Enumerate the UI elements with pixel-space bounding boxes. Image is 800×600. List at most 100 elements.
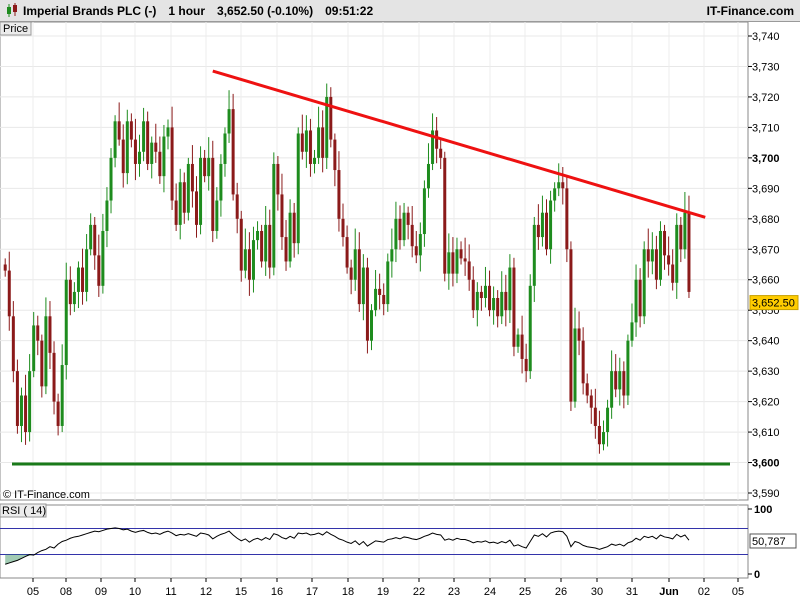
price-axis: 3,740 3,730 3,720 3,710 3,700 3,690 3,680 3,670…: [748, 31, 799, 500]
rsi-last-value-label: 50,787: [752, 536, 786, 548]
candle-down: [545, 212, 549, 250]
chart-canvas[interactable]: 3,740 3,730 3,720 3,710 3,700 3,690 3,680 3,670…: [0, 22, 800, 600]
candle-down: [231, 109, 235, 195]
candle-up: [243, 249, 247, 271]
candle-down: [443, 157, 447, 274]
candle-down: [36, 325, 40, 341]
brand-name: IT-Finance.com: [706, 4, 794, 18]
candle-up: [528, 285, 532, 372]
candle-up: [251, 240, 255, 280]
time-tick-label: 26: [555, 586, 567, 598]
candle-down: [170, 127, 174, 201]
candle-up: [540, 212, 544, 238]
candle-down: [260, 230, 264, 262]
time-tick-label: 24: [484, 586, 496, 598]
time-tick-label: 09: [95, 586, 107, 598]
rsi-tick-label: 100: [754, 504, 772, 516]
candle-down: [646, 249, 650, 262]
candle-down: [471, 279, 475, 311]
candle-down: [7, 270, 11, 317]
candle-down: [15, 371, 19, 426]
candle-down: [308, 130, 312, 164]
time-tick-label: 23: [448, 586, 460, 598]
candle-down: [93, 224, 97, 256]
candle-down: [81, 267, 85, 292]
candle-up: [89, 224, 93, 250]
candle-up: [361, 267, 365, 305]
candle-down: [174, 200, 178, 225]
candle-up: [418, 234, 422, 256]
candle-up: [304, 130, 308, 152]
candle-up: [386, 261, 390, 305]
time-tick-label: 16: [271, 586, 283, 598]
candle-up: [125, 121, 129, 174]
candle-down: [638, 279, 642, 317]
candle-up: [215, 200, 219, 231]
time-tick-label: 22: [413, 586, 425, 598]
candle-down: [97, 255, 101, 286]
candle-up: [150, 142, 154, 164]
candle-up: [374, 288, 378, 311]
candle-down: [663, 230, 667, 256]
candle-down: [24, 395, 28, 433]
candle-up: [32, 325, 36, 372]
candle-down: [203, 157, 207, 177]
candle-down: [194, 191, 198, 225]
candle-down: [439, 148, 443, 158]
candle-down: [479, 291, 483, 299]
candle-up: [634, 279, 638, 323]
copyright-label: © IT-Finance.com: [3, 489, 90, 501]
candle-up: [475, 291, 479, 311]
candle-up: [227, 109, 231, 134]
price-tick-label: 3,600: [752, 458, 780, 470]
candle-down: [398, 218, 402, 241]
candle-down: [459, 249, 463, 259]
candle-down: [435, 130, 439, 149]
candle-down: [345, 237, 349, 268]
candle-down: [463, 258, 467, 262]
price-tick-label: 3,700: [752, 153, 780, 165]
candle-down: [561, 182, 565, 189]
candle-down: [671, 264, 675, 283]
candle-up: [606, 407, 610, 433]
candle-down: [504, 291, 508, 311]
candle-down: [581, 340, 585, 384]
candle-down: [235, 194, 239, 219]
candle-down: [300, 133, 304, 152]
candle-down: [365, 267, 369, 341]
candle-up: [109, 157, 113, 201]
candle-up: [256, 230, 260, 241]
candle-down: [154, 142, 158, 152]
candle-down: [378, 288, 382, 295]
candle-down: [247, 249, 251, 280]
candle-up: [317, 127, 321, 158]
candle-down: [329, 96, 333, 140]
candle-down: [3, 264, 7, 271]
time-tick-label: Jun: [659, 586, 679, 598]
candle-down: [687, 212, 691, 292]
candle-up: [288, 212, 292, 262]
candle-down: [276, 163, 280, 195]
candle-up: [650, 249, 654, 262]
candle-up: [353, 249, 357, 280]
candle-up: [626, 340, 630, 396]
price-change: 3,652.50 (-0.10%): [217, 4, 314, 18]
candle-down: [622, 371, 626, 396]
candle-up: [500, 291, 504, 317]
time-tick-label: 15: [235, 586, 247, 598]
time-tick-label: 12: [200, 586, 212, 598]
price-tick-label: 3,690: [752, 183, 780, 195]
candle-down: [11, 316, 15, 372]
time-tick-label: 08: [60, 586, 72, 598]
panel-labels: Price © IT-Finance.com RSI ( 14): [0, 22, 90, 518]
price-tick-label: 3,590: [752, 488, 780, 500]
time-tick-label: 30: [591, 586, 603, 598]
candle-up: [390, 249, 394, 262]
price-panel-frame: [0, 22, 749, 501]
price-tick-label: 3,740: [752, 31, 780, 43]
price-tick-label: 3,680: [752, 214, 780, 226]
candle-down: [569, 249, 573, 402]
candle-down: [211, 157, 215, 231]
timeframe: 1 hour: [168, 4, 206, 18]
price-panel-label: Price: [3, 23, 28, 35]
